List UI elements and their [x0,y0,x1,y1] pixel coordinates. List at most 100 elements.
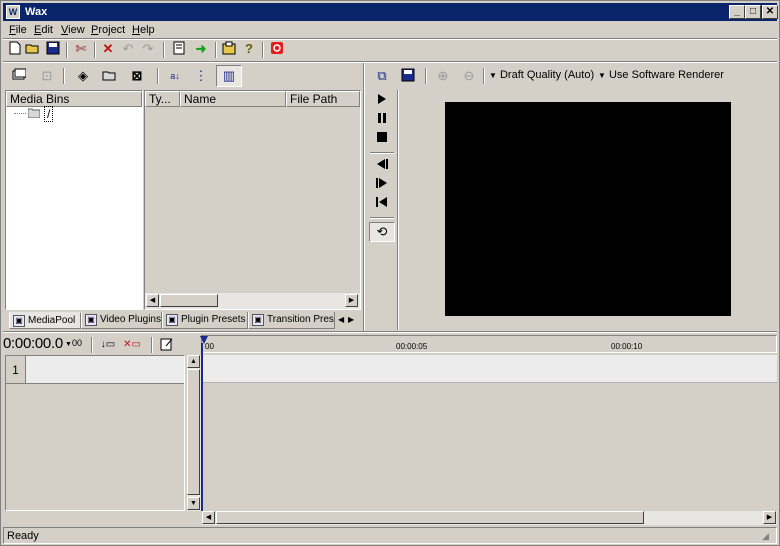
ruler-label-10s: 00:00:10 [611,342,643,351]
column-name[interactable]: Name [180,91,286,107]
scroll-right-button[interactable]: ▶ [345,294,358,307]
timeline-tracks[interactable] [202,355,777,511]
column-type[interactable]: Ty... [145,91,180,107]
scroll-left-button[interactable]: ◀ [146,294,159,307]
track-scroll-down-button[interactable]: ▼ [187,497,200,510]
save-frame-icon[interactable] [400,68,416,84]
timeline-ruler[interactable]: 00 00:00:05 00:00:10 [201,335,777,353]
plugin-presets-tab-icon: ▣ [166,314,178,326]
go-arrow-icon[interactable]: ➜ [193,41,209,57]
app-icon[interactable]: W [6,5,20,19]
toolbar-separator [157,68,159,84]
timeline-scroll-right-button[interactable]: ▶ [763,511,776,524]
sort-icon[interactable]: a↓ [167,68,183,84]
close-button[interactable]: ✕ [762,5,778,19]
application-window: W Wax _ □ ✕ File Edit View Project Help … [0,0,780,546]
go-to-start-icon[interactable] [370,195,394,213]
zoom-out-icon[interactable]: ⊖ [461,68,477,84]
scrollbar-thumb[interactable] [160,294,218,307]
tabs-scroll-left-icon[interactable]: ◀ [338,314,348,326]
record-icon[interactable] [269,41,285,57]
insert-track-icon[interactable]: ↓▭ [97,337,119,353]
import-media-icon[interactable]: ◈ [75,68,91,84]
help-icon[interactable]: ? [241,41,257,57]
new-bin-icon[interactable] [11,68,27,84]
tree-view-icon[interactable]: ⋮ [193,68,209,84]
tabs-scroll-right-icon[interactable]: ▶ [348,314,358,326]
minimize-button[interactable]: _ [729,5,745,19]
timeline-track-1[interactable] [202,355,777,383]
track-properties-icon[interactable] [159,337,175,353]
video-preview[interactable] [445,102,731,316]
track-number: 1 [6,356,26,384]
properties-icon[interactable] [171,41,187,57]
bin-up-icon[interactable]: ⊡ [39,68,55,84]
menu-file[interactable]: File [6,23,30,37]
menu-edit[interactable]: Edit [31,23,56,37]
settings-icon[interactable] [221,41,237,57]
menu-project[interactable]: Project [88,23,128,37]
maximize-button[interactable]: □ [745,5,761,19]
timecode-format-dropdown[interactable]: ▼00 [65,338,82,348]
transport-controls: ⟲ [368,90,396,330]
cut-icon[interactable]: ✄ [73,41,89,57]
new-file-icon[interactable] [7,41,23,57]
column-file-path[interactable]: File Path [286,91,360,107]
save-icon[interactable] [45,41,61,57]
main-toolbar: ✄ ✕ ↶ ↷ ➜ ? [3,40,777,60]
track-scroll-up-button[interactable]: ▲ [187,355,200,368]
tree-root-item[interactable]: / [44,106,54,122]
play-icon[interactable] [370,92,394,110]
track-scrollbar-thumb[interactable] [187,369,200,495]
toolbar-separator [163,42,165,58]
vertical-splitter[interactable] [363,63,365,331]
stop-icon[interactable] [370,130,394,148]
tab-video-plugins[interactable]: ▣ Video Plugins [81,312,162,329]
delete-icon[interactable]: ✕ [100,41,116,57]
media-tab-strip: ▣ MediaPool ▣ Video Plugins ▣ Plugin Preset… [5,312,363,330]
copy-frame-icon[interactable]: ⧉ [374,68,390,84]
tab-plugin-presets[interactable]: ▣ Plugin Presets [162,312,248,329]
folder-icon [27,108,41,119]
zoom-in-icon[interactable]: ⊕ [435,68,451,84]
media-toolbar: ⊡ ◈ ⊠ a↓ ⋮ ▥ [5,65,361,87]
renderer-dropdown-icon: ▼ [598,71,606,80]
playhead-line [201,343,203,511]
open-folder-icon[interactable] [25,41,41,57]
video-plugins-tab-icon: ▣ [85,314,97,326]
loop-icon[interactable]: ⟲ [369,222,395,242]
pause-icon[interactable] [370,111,394,129]
step-forward-icon[interactable] [370,176,394,194]
tab-mediapool[interactable]: ▣ MediaPool [9,312,81,329]
preview-splitter [397,90,399,330]
quality-dropdown[interactable]: ▼ Draft Quality (Auto) [489,69,594,81]
toolbar-separator [91,337,93,353]
tab-transition-presets[interactable]: ▣ Transition Pres [248,312,335,329]
timeline-scroll-left-button[interactable]: ◀ [202,511,215,524]
timeline-scrollbar-thumb[interactable] [216,511,644,524]
details-view-button[interactable]: ▥ [216,65,242,87]
quality-dropdown-icon: ▼ [489,71,497,80]
horizontal-scrollbar[interactable]: ◀ ▶ [145,293,360,309]
timeline-horizontal-scrollbar[interactable]: ◀ ▶ [202,511,777,525]
timecode-format-icon: ▼ [65,341,72,348]
step-back-icon[interactable] [370,157,394,175]
remove-media-icon[interactable]: ⊠ [129,68,145,84]
resize-grip-icon[interactable]: ◢ [762,530,774,542]
menu-help[interactable]: Help [129,23,158,37]
delete-track-icon[interactable]: ✕▭ [121,337,143,353]
undo-icon[interactable]: ↶ [120,41,136,57]
renderer-dropdown[interactable]: ▼ Use Software Renderer [598,69,724,81]
playhead-marker-icon[interactable] [200,335,208,344]
menu-view[interactable]: View [58,23,88,37]
status-text: Ready [7,530,39,542]
track-vertical-scrollbar[interactable]: ▲ ▼ [187,355,201,511]
track-header[interactable] [26,356,184,384]
redo-icon[interactable]: ↷ [140,41,156,57]
timecode-display[interactable]: 0:00:00.0 [3,335,63,353]
timeline-splitter[interactable] [3,331,777,333]
title-bar[interactable]: W Wax _ □ ✕ [3,3,778,21]
open-media-icon[interactable] [102,68,118,84]
menu-bar: File Edit View Project Help [3,22,777,39]
toolbar-separator [151,337,153,353]
